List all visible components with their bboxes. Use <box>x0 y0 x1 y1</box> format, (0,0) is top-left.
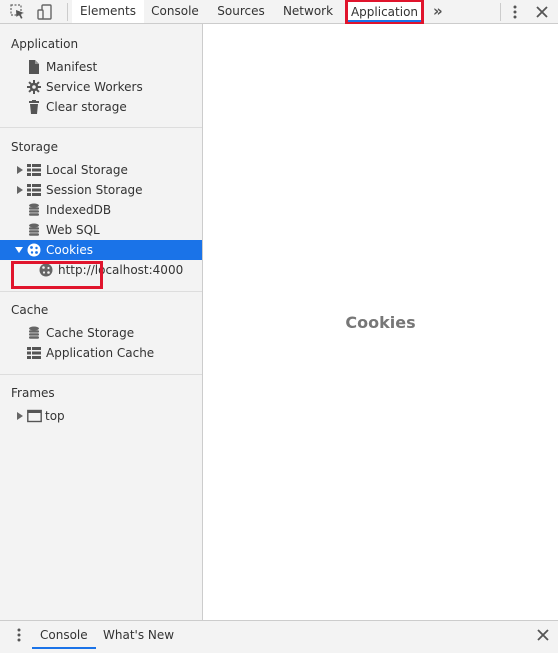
database-icon <box>27 326 41 340</box>
device-toolbar-icon[interactable] <box>36 3 54 21</box>
empty-view-label: Cookies <box>345 313 416 332</box>
grid-icon <box>27 163 41 177</box>
bottom-drawer: Console What's New <box>0 620 558 653</box>
sidebar-item-label: Service Workers <box>46 80 143 94</box>
section-title-cache: Cache <box>11 303 49 317</box>
grid-icon <box>27 183 41 197</box>
database-icon <box>27 223 41 237</box>
grid-icon <box>27 346 41 360</box>
section-divider <box>0 374 202 375</box>
application-sidebar: Application Manifest Service Workers Cle… <box>0 24 203 620</box>
expand-arrow-icon[interactable] <box>17 412 23 420</box>
sidebar-item-label: Cookies <box>46 243 93 257</box>
tab-network[interactable]: Network <box>276 0 340 23</box>
cookie-icon <box>39 263 53 277</box>
database-icon <box>27 203 41 217</box>
sidebar-item-session-storage[interactable]: Session Storage <box>0 180 202 200</box>
toolbar-divider <box>500 3 501 21</box>
sidebar-item-cache-storage[interactable]: Cache Storage <box>0 323 202 343</box>
sidebar-item-label: Clear storage <box>46 100 127 114</box>
sidebar-item-label: Local Storage <box>46 163 128 177</box>
sidebar-item-manifest[interactable]: Manifest <box>0 57 202 77</box>
drawer-tab-label: What's New <box>103 628 175 642</box>
sidebar-item-frame-top[interactable]: top <box>0 406 202 426</box>
sidebar-item-cookies[interactable]: Cookies <box>0 240 202 260</box>
sidebar-item-cookie-origin[interactable]: http://localhost:4000 <box>0 260 202 280</box>
drawer-tab-whats-new[interactable]: What's New <box>103 621 174 649</box>
sidebar-item-indexeddb[interactable]: IndexedDB <box>0 200 202 220</box>
sidebar-item-label: top <box>45 409 65 423</box>
sidebar-item-label: http://localhost:4000 <box>58 263 184 277</box>
main-panel: Cookies <box>203 24 558 620</box>
close-icon[interactable] <box>533 3 551 21</box>
file-icon <box>27 60 41 74</box>
expand-arrow-icon[interactable] <box>17 166 23 174</box>
section-title-frames: Frames <box>11 386 55 400</box>
sidebar-item-label: Session Storage <box>46 183 143 197</box>
tab-sources[interactable]: Sources <box>206 0 276 23</box>
collapse-arrow-icon[interactable] <box>15 247 23 253</box>
expand-arrow-icon[interactable] <box>17 186 23 194</box>
section-title-application: Application <box>11 37 79 51</box>
frame-icon <box>27 409 42 423</box>
sidebar-item-label: Manifest <box>46 60 98 74</box>
trash-icon <box>27 100 41 114</box>
sidebar-item-label: Application Cache <box>46 346 155 360</box>
sidebar-item-application-cache[interactable]: Application Cache <box>0 343 202 363</box>
gear-icon <box>27 80 41 94</box>
drawer-tab-console[interactable]: Console <box>32 621 96 649</box>
tab-application-label: Application <box>350 5 419 19</box>
sidebar-item-label: Cache Storage <box>46 326 135 340</box>
sidebar-item-local-storage[interactable]: Local Storage <box>0 160 202 180</box>
close-drawer-icon[interactable] <box>534 626 552 644</box>
tab-elements[interactable]: Elements <box>72 0 144 23</box>
inspect-element-icon[interactable] <box>9 3 27 21</box>
active-tab-indicator <box>348 20 421 22</box>
section-divider <box>0 127 202 128</box>
active-tab-indicator <box>32 647 96 649</box>
tab-console[interactable]: Console <box>144 0 206 23</box>
more-tabs-button[interactable]: » <box>433 0 443 23</box>
sidebar-item-clear-storage[interactable]: Clear storage <box>0 97 202 117</box>
more-options-icon[interactable] <box>506 3 524 21</box>
section-title-storage: Storage <box>11 140 58 154</box>
section-divider <box>0 291 202 292</box>
sidebar-item-label: IndexedDB <box>46 203 112 217</box>
sidebar-item-service-workers[interactable]: Service Workers <box>0 77 202 97</box>
toolbar-divider <box>67 3 68 21</box>
drawer-tab-label: Console <box>40 628 88 642</box>
cookie-icon <box>27 243 41 257</box>
sidebar-item-label: Web SQL <box>46 223 100 237</box>
devtools-toolbar: Elements Console Sources Network Applica… <box>0 0 558 25</box>
sidebar-item-web-sql[interactable]: Web SQL <box>0 220 202 240</box>
drawer-menu-icon[interactable] <box>10 626 28 644</box>
tab-application[interactable]: Application <box>345 0 424 25</box>
